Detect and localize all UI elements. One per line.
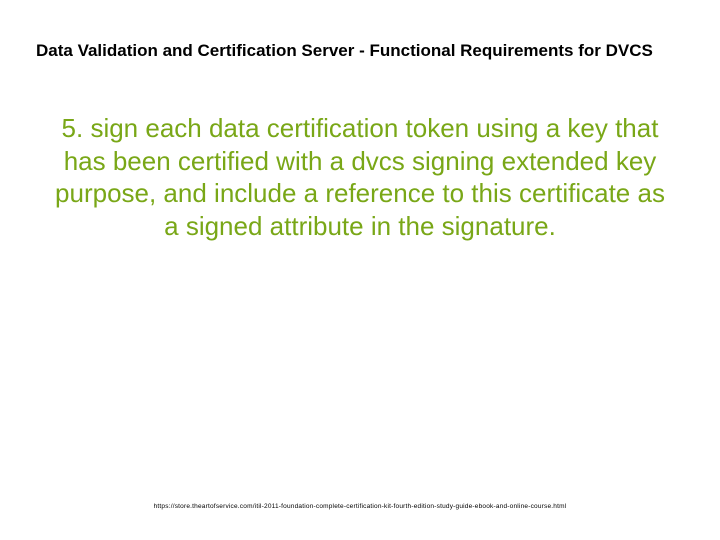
slide-body-text: 5. sign each data certification token us…	[36, 112, 684, 242]
footer-link: https://store.theartofservice.com/itil-2…	[0, 503, 720, 510]
slide-container: Data Validation and Certification Server…	[0, 0, 720, 540]
slide-title: Data Validation and Certification Server…	[36, 40, 684, 62]
